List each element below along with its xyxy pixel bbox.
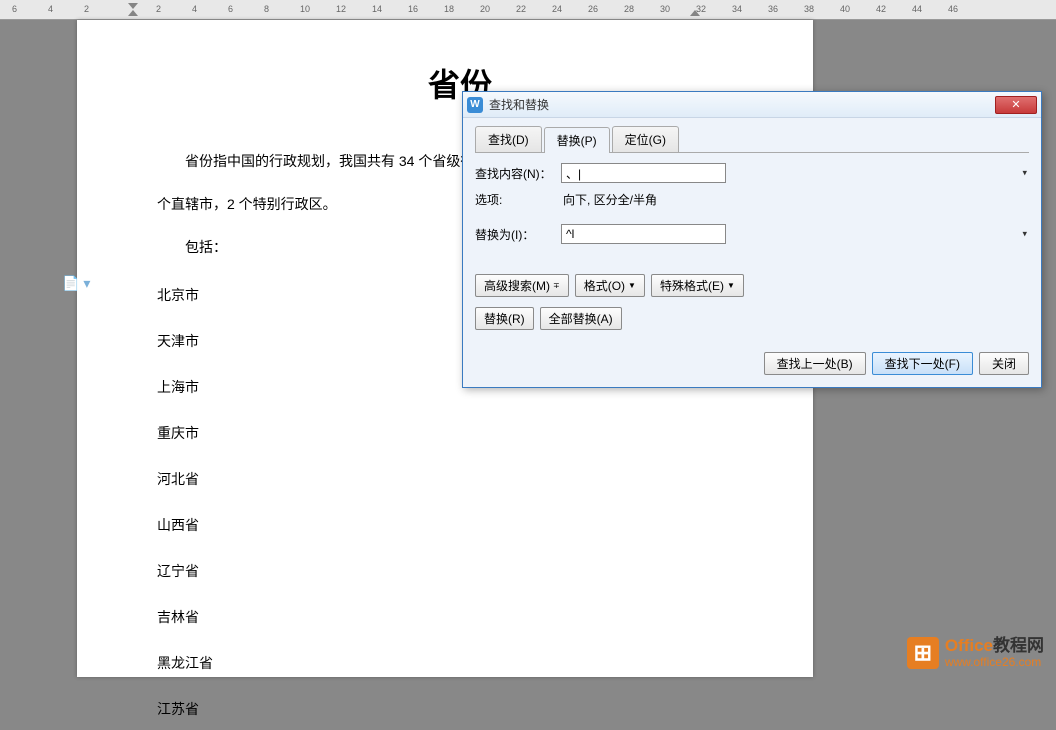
list-item: 江苏省 — [157, 688, 763, 730]
list-item: 山西省 — [157, 504, 763, 546]
dialog-title: 查找和替换 — [489, 96, 995, 113]
list-item: 吉林省 — [157, 596, 763, 638]
ruler-tick: 46 — [948, 4, 958, 14]
ruler-tick: 6 — [228, 4, 233, 14]
ruler-tick: 18 — [444, 4, 454, 14]
find-content-input[interactable] — [561, 163, 726, 183]
chevron-updown-icon: ∓ — [553, 281, 560, 290]
replace-all-button[interactable]: 全部替换(A) — [540, 307, 622, 330]
ruler-tick: 8 — [264, 4, 269, 14]
ruler-tick: 2 — [84, 4, 89, 14]
ruler-tick: 30 — [660, 4, 670, 14]
watermark-url: www.office26.com — [945, 656, 1044, 669]
list-item: 河北省 — [157, 458, 763, 500]
list-item: 重庆市 — [157, 412, 763, 454]
tab-replace[interactable]: 替换(P) — [544, 127, 610, 153]
ruler-tick: 14 — [372, 4, 382, 14]
ruler-tick: 42 — [876, 4, 886, 14]
left-indent-marker[interactable] — [128, 10, 138, 16]
replace-button[interactable]: 替换(R) — [475, 307, 534, 330]
right-indent-marker[interactable] — [690, 10, 700, 16]
close-button[interactable]: ✕ — [995, 96, 1037, 114]
site-watermark: ⊞ Office教程网 www.office26.com — [907, 637, 1044, 669]
ruler-tick: 24 — [552, 4, 562, 14]
first-line-indent-marker[interactable] — [128, 3, 138, 9]
ruler-tick: 36 — [768, 4, 778, 14]
ruler-tick: 4 — [192, 4, 197, 14]
horizontal-ruler: 6 4 2 2 4 6 8 10 12 14 16 18 20 22 24 26… — [0, 0, 1056, 20]
ruler-tick: 4 — [48, 4, 53, 14]
list-item: 黑龙江省 — [157, 642, 763, 684]
ruler-tick: 2 — [156, 4, 161, 14]
format-button[interactable]: 格式(O) ▼ — [575, 274, 645, 297]
chevron-down-icon: ▾ — [1022, 229, 1027, 240]
close-icon: ✕ — [1011, 98, 1020, 111]
find-content-label: 查找内容(N)： — [475, 165, 561, 182]
ruler-tick: 12 — [336, 4, 346, 14]
dialog-titlebar[interactable]: W 查找和替换 ✕ — [463, 92, 1041, 118]
replace-with-input[interactable] — [561, 224, 726, 244]
close-dialog-button[interactable]: 关闭 — [979, 352, 1029, 375]
chevron-down-icon: ▼ — [628, 281, 636, 290]
chevron-down-icon: ▼ — [727, 281, 735, 290]
special-format-button[interactable]: 特殊格式(E) ▼ — [651, 274, 744, 297]
find-next-button[interactable]: 查找下一处(F) — [872, 352, 973, 375]
dialog-tabs: 查找(D) 替换(P) 定位(G) — [475, 126, 1029, 153]
watermark-title: Office教程网 — [945, 637, 1044, 656]
app-icon: W — [467, 97, 483, 113]
ruler-tick: 34 — [732, 4, 742, 14]
find-previous-button[interactable]: 查找上一处(B) — [764, 352, 866, 375]
ruler-tick: 10 — [300, 4, 310, 14]
ruler-tick: 16 — [408, 4, 418, 14]
page-margin-icon[interactable]: 📄 ▾ — [62, 275, 90, 292]
ruler-tick: 6 — [12, 4, 17, 14]
ruler-tick: 28 — [624, 4, 634, 14]
replace-with-label: 替换为(I)： — [475, 226, 561, 243]
ruler-tick: 38 — [804, 4, 814, 14]
ruler-tick: 40 — [840, 4, 850, 14]
ruler-tick: 20 — [480, 4, 490, 14]
tab-goto[interactable]: 定位(G) — [612, 126, 679, 152]
ruler-tick: 22 — [516, 4, 526, 14]
options-label: 选项: — [475, 191, 561, 208]
chevron-down-icon: ▾ — [1022, 168, 1027, 179]
watermark-icon: ⊞ — [907, 637, 939, 669]
ruler-tick: 26 — [588, 4, 598, 14]
ruler-tick: 44 — [912, 4, 922, 14]
options-value: 向下, 区分全/半角 — [561, 191, 1029, 208]
tab-find[interactable]: 查找(D) — [475, 126, 542, 152]
find-replace-dialog: W 查找和替换 ✕ 查找(D) 替换(P) 定位(G) 查找内容(N)： ▾ 选… — [462, 91, 1042, 388]
list-item: 辽宁省 — [157, 550, 763, 592]
advanced-search-button[interactable]: 高级搜索(M) ∓ — [475, 274, 569, 297]
